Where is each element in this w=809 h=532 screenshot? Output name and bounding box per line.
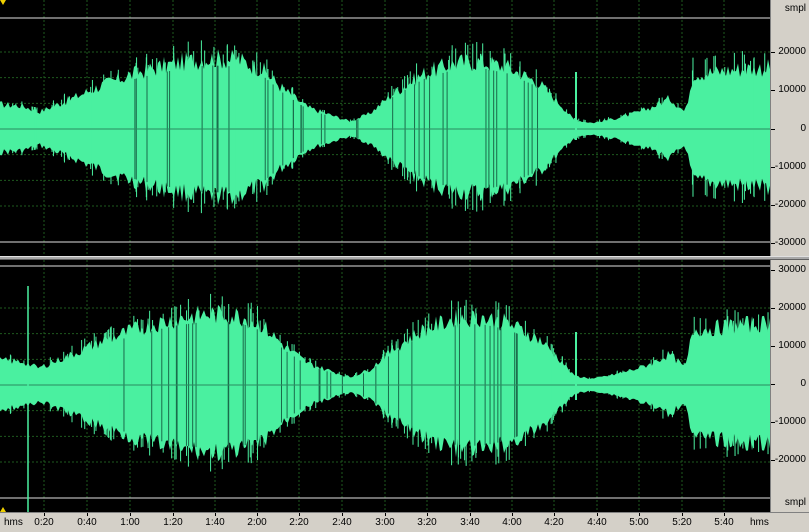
time-tick-label: 0:40	[77, 517, 97, 528]
amplitude-tick	[771, 422, 775, 423]
amplitude-tick-label: 20000	[778, 46, 806, 57]
amplitude-tick-label: 0	[800, 378, 806, 389]
amplitude-tick	[771, 243, 775, 244]
time-tick	[299, 513, 300, 516]
waveform-editor[interactable]: smpl 20000 10000 0 -10000 -20000 -30000 smpl …	[0, 0, 809, 532]
amplitude-tick-label: 10000	[778, 84, 806, 95]
channel-2-waveform[interactable]	[0, 260, 770, 512]
ruler-unit-label: smpl	[784, 3, 806, 14]
playhead-marker-top[interactable]	[0, 0, 6, 5]
amplitude-tick	[771, 346, 775, 347]
time-tick-label: 1:00	[120, 517, 140, 528]
time-tick	[639, 513, 640, 516]
time-tick	[215, 513, 216, 516]
time-tick	[554, 513, 555, 516]
time-tick-label: 2:40	[332, 517, 352, 528]
time-tick	[130, 513, 131, 516]
ruler-unit-label-bottom: smpl	[784, 497, 806, 508]
time-tick	[257, 513, 258, 516]
time-tick	[342, 513, 343, 516]
time-tick-label: 0:20	[34, 517, 54, 528]
time-tick	[512, 513, 513, 516]
channel-1-amplitude-ruler: smpl 20000 10000 0 -10000 -20000 -30000	[770, 0, 809, 256]
amplitude-tick	[771, 384, 775, 385]
time-tick	[44, 513, 45, 516]
amplitude-tick-label: 10000	[778, 340, 806, 351]
time-tick-label: 1:20	[163, 517, 183, 528]
amplitude-tick	[771, 205, 775, 206]
amplitude-tick-label: -10000	[774, 161, 806, 172]
amplitude-tick	[771, 167, 775, 168]
time-ruler[interactable]: hms hms 0:20 0:40 1:00 1:20 1:40 2:00 2:20 2:40…	[0, 512, 809, 532]
time-tick	[597, 513, 598, 516]
amplitude-tick-label: 30000	[778, 264, 806, 275]
time-tick-label: 5:20	[672, 517, 692, 528]
time-tick	[427, 513, 428, 516]
time-tick	[87, 513, 88, 516]
time-tick-label: 3:40	[460, 517, 480, 528]
amplitude-tick-label: -20000	[774, 199, 806, 210]
amplitude-tick	[771, 460, 775, 461]
playhead-marker-bottom[interactable]	[0, 507, 6, 512]
time-tick-label: 3:20	[417, 517, 437, 528]
time-tick-label: 5:00	[629, 517, 649, 528]
amplitude-tick-label: -30000	[774, 237, 806, 248]
amplitude-tick	[771, 52, 775, 53]
time-tick-label: 3:00	[375, 517, 395, 528]
channel-2-plot[interactable]	[0, 260, 770, 512]
time-tick-label: 5:40	[714, 517, 734, 528]
time-tick-label: 4:20	[544, 517, 564, 528]
amplitude-tick	[771, 90, 775, 91]
amplitude-tick	[771, 270, 775, 271]
time-tick	[724, 513, 725, 516]
time-tick-label: 4:40	[587, 517, 607, 528]
amplitude-tick	[771, 308, 775, 309]
amplitude-tick-label: 20000	[778, 302, 806, 313]
time-tick-label: 4:00	[502, 517, 522, 528]
channel-2-amplitude-ruler: smpl 30000 20000 10000 0 -10000 -20000	[770, 260, 809, 512]
time-tick-label: 2:00	[247, 517, 267, 528]
time-tick-label: 2:20	[289, 517, 309, 528]
channel-1-waveform[interactable]	[0, 0, 770, 256]
amplitude-tick-label: -20000	[774, 454, 806, 465]
time-tick	[385, 513, 386, 516]
amplitude-tick-label: 0	[800, 123, 806, 134]
channel-1-plot[interactable]	[0, 0, 770, 256]
time-tick	[682, 513, 683, 516]
amplitude-tick	[771, 129, 775, 130]
time-unit-left: hms	[4, 517, 23, 528]
amplitude-tick-label: -10000	[774, 416, 806, 427]
time-tick	[470, 513, 471, 516]
time-tick	[173, 513, 174, 516]
time-unit-right: hms	[750, 517, 769, 528]
time-tick-label: 1:40	[205, 517, 225, 528]
